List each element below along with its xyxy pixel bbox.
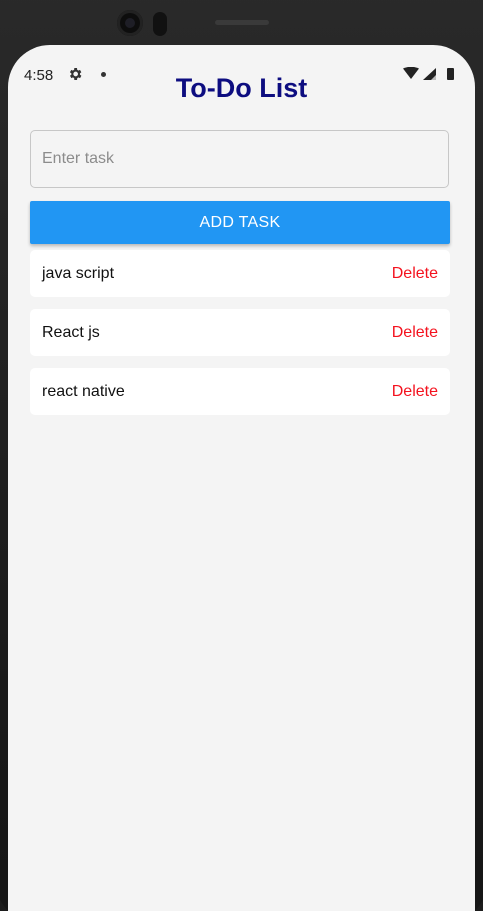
proximity-sensor: [153, 12, 167, 36]
task-item: react native Delete: [30, 368, 450, 415]
phone-frame: 4:58 To-Do List ADD TASK java script Del…: [0, 0, 483, 911]
earpiece-speaker: [215, 20, 269, 25]
task-list: java script Delete React js Delete react…: [30, 250, 450, 427]
page-title: To-Do List: [175, 73, 308, 103]
task-item: java script Delete: [30, 250, 450, 297]
task-item: React js Delete: [30, 309, 450, 356]
front-camera: [117, 10, 143, 36]
add-task-button[interactable]: ADD TASK: [30, 201, 450, 244]
delete-task-button[interactable]: Delete: [392, 265, 438, 283]
task-input[interactable]: [30, 130, 449, 188]
app-screen: 4:58 To-Do List ADD TASK java script Del…: [8, 45, 475, 911]
delete-task-button[interactable]: Delete: [392, 324, 438, 342]
task-text: java script: [42, 265, 115, 282]
task-text: React js: [42, 324, 100, 341]
task-text: react native: [42, 383, 125, 400]
delete-task-button[interactable]: Delete: [392, 383, 438, 401]
